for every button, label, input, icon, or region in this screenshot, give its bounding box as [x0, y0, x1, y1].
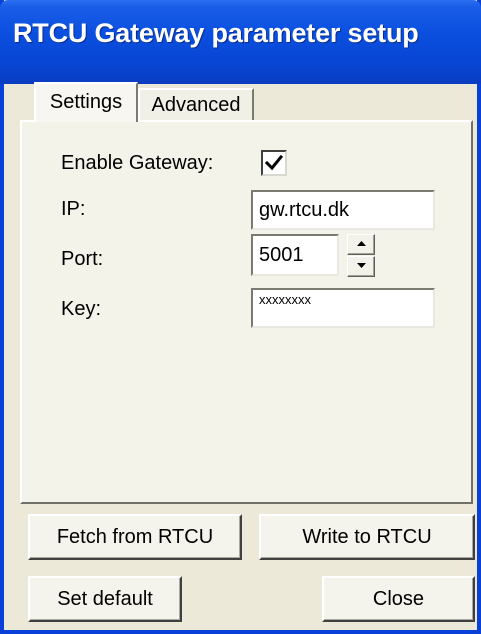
- port-increment-button[interactable]: [347, 234, 375, 255]
- title-bar[interactable]: RTCU Gateway parameter setup: [0, 0, 481, 84]
- tab-advanced[interactable]: Advanced: [138, 88, 254, 122]
- write-to-rtcu-button[interactable]: Write to RTCU: [259, 514, 475, 560]
- settings-panel: Enable Gateway: IP: Port: Key: xxxxxxxx: [20, 120, 473, 504]
- checkmark-icon: [265, 154, 283, 171]
- arrow-down-icon: [357, 263, 366, 268]
- close-button[interactable]: Close: [322, 576, 475, 622]
- ip-label: IP:: [61, 198, 86, 220]
- port-field[interactable]: [251, 234, 339, 276]
- set-default-button[interactable]: Set default: [28, 576, 182, 622]
- port-label: Port:: [61, 248, 104, 270]
- arrow-up-icon: [357, 241, 366, 246]
- key-field-value: xxxxxxxx: [259, 292, 311, 307]
- enable-gateway-checkbox[interactable]: [261, 150, 287, 176]
- key-field[interactable]: xxxxxxxx: [251, 288, 435, 328]
- port-decrement-button[interactable]: [347, 256, 375, 277]
- window-title: RTCU Gateway parameter setup: [13, 18, 419, 48]
- key-label: Key:: [61, 298, 102, 320]
- dialog-window: RTCU Gateway parameter setup Settings Ad…: [0, 0, 481, 634]
- enable-gateway-label: Enable Gateway:: [61, 152, 214, 174]
- fetch-from-rtcu-button[interactable]: Fetch from RTCU: [28, 514, 242, 560]
- ip-field[interactable]: [251, 190, 435, 230]
- tab-settings[interactable]: Settings: [34, 82, 138, 122]
